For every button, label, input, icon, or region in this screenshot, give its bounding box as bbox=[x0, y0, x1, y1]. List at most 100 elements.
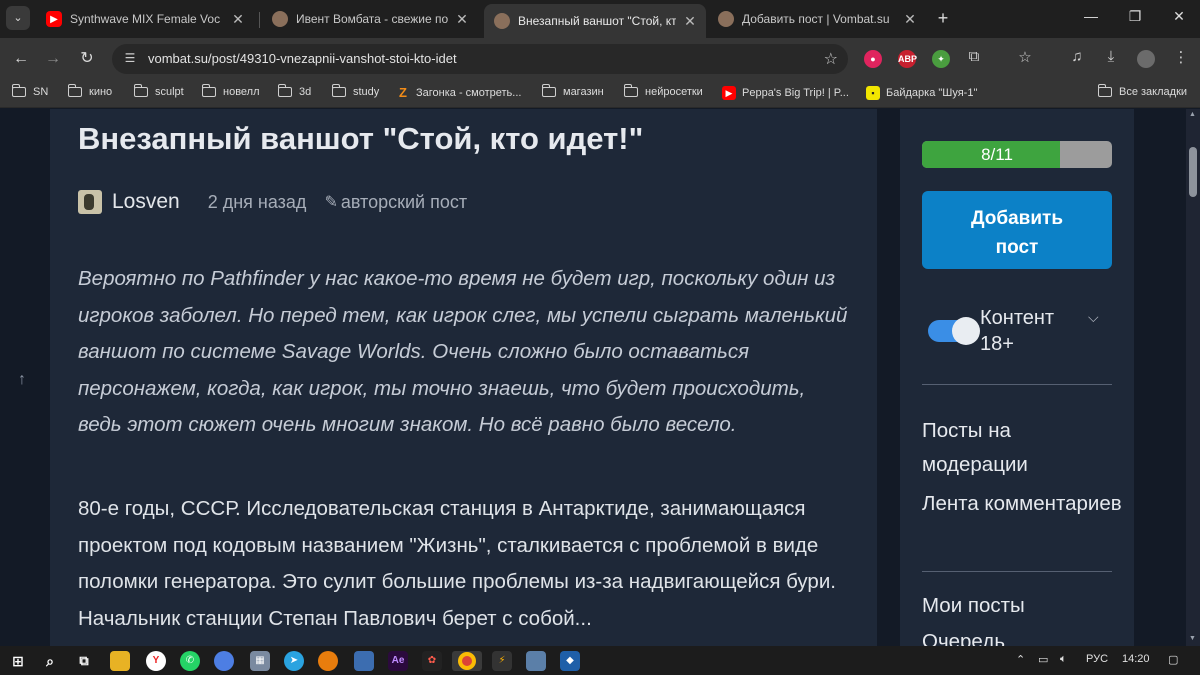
bookmark-folder[interactable]: SN bbox=[11, 84, 48, 98]
reload-button[interactable]: ↻ bbox=[76, 48, 98, 70]
bookmark-link[interactable]: ▪ Байдарка "Шуя-1" bbox=[866, 86, 977, 100]
back-button[interactable]: ← bbox=[10, 48, 32, 70]
folder-icon bbox=[331, 84, 346, 97]
bookmark-folder[interactable]: новелл bbox=[201, 84, 260, 98]
author-avatar[interactable] bbox=[78, 190, 102, 214]
link-comments-feed[interactable]: Лента комментариев bbox=[922, 487, 1122, 521]
scroll-down-arrow-icon[interactable]: ▼ bbox=[1189, 635, 1196, 642]
toggle-label: Контент 18+ bbox=[980, 307, 1055, 355]
scroll-up-arrow-icon[interactable]: ▲ bbox=[1189, 111, 1196, 118]
folder-icon bbox=[201, 84, 216, 97]
profile-avatar[interactable] bbox=[1137, 50, 1155, 68]
whatsapp-icon[interactable]: ✆ bbox=[180, 651, 200, 671]
tab-close-icon[interactable]: ✕ bbox=[230, 11, 246, 28]
folder-icon bbox=[67, 84, 82, 97]
scrollbar-thumb[interactable] bbox=[1189, 147, 1197, 197]
tab-synthwave[interactable]: ▶ Synthwave MIX Female Voc ✕ bbox=[36, 4, 254, 34]
notifications-icon[interactable]: ▢ bbox=[1168, 653, 1178, 666]
post-intro: Вероятно по Pathfinder у нас какое-то вр… bbox=[78, 267, 848, 436]
bookmark-folder[interactable]: нейросетки bbox=[623, 84, 703, 98]
browser-toolbar: ← → ↻ ☰ vombat.su/post/49310-vnezapnii-v… bbox=[0, 38, 1200, 80]
tab-close-icon[interactable]: ✕ bbox=[902, 11, 918, 28]
bookmark-link[interactable]: Z Загонка - смотреть... bbox=[396, 86, 521, 100]
post-meta: Losven 2 дня назад ✎ авторский пост bbox=[78, 187, 467, 217]
tab-separator bbox=[259, 12, 260, 28]
adblock-icon[interactable]: ABP bbox=[898, 50, 917, 68]
page-content: ↑ Внезапный ваншот "Стой, кто идет!" Los… bbox=[0, 109, 1200, 646]
search-icon[interactable]: ⌕ bbox=[40, 651, 60, 671]
bookmark-folder[interactable]: sculpt bbox=[133, 84, 184, 98]
menu-dots-icon[interactable]: ⋮ bbox=[1170, 48, 1192, 66]
site-info-icon[interactable]: ☰ bbox=[122, 51, 138, 67]
chromium-icon[interactable] bbox=[214, 651, 234, 671]
add-post-button[interactable]: Добавить пост bbox=[922, 191, 1112, 269]
bookmark-star-icon[interactable]: ☆ bbox=[824, 49, 838, 69]
app-icon[interactable] bbox=[354, 651, 374, 671]
folder-icon bbox=[133, 84, 148, 97]
file-explorer-icon[interactable] bbox=[110, 651, 130, 671]
sidebar: 8/11 Добавить пост Контент 18+ ⌵ Посты н… bbox=[900, 109, 1134, 646]
tab-title: Внезапный ваншот "Стой, кто bbox=[518, 14, 676, 28]
post-body: 80-е годы, СССР. Исследовательская станц… bbox=[78, 497, 836, 630]
download-icon[interactable]: ⤓ bbox=[1100, 48, 1122, 65]
bookmark-folder[interactable]: 3d bbox=[277, 84, 311, 98]
link-queue[interactable]: Очередь bbox=[922, 625, 1122, 646]
tab-current-post[interactable]: Внезапный ваншот "Стой, кто ✕ bbox=[484, 4, 706, 38]
toggle-knob bbox=[952, 317, 980, 345]
volume-icon[interactable]: 🔈︎ bbox=[1060, 653, 1067, 666]
youtube-icon: ▶ bbox=[46, 11, 62, 27]
chevron-down-icon[interactable]: ⌵ bbox=[1088, 309, 1099, 326]
tab-close-icon[interactable]: ✕ bbox=[454, 11, 470, 28]
new-tab-button[interactable]: + bbox=[932, 8, 954, 29]
network-app-icon[interactable]: ◆ bbox=[560, 651, 580, 671]
bookmark-link[interactable]: ▶ Peppa's Big Trip! | P... bbox=[722, 86, 849, 100]
address-bar[interactable]: ☰ vombat.su/post/49310-vnezapnii-vanshot… bbox=[112, 44, 848, 74]
after-effects-icon[interactable]: Ae bbox=[388, 651, 408, 671]
blender-icon[interactable] bbox=[318, 651, 338, 671]
all-bookmarks[interactable]: Все закладки bbox=[1097, 84, 1187, 98]
wombat-icon bbox=[272, 11, 288, 27]
bookmark-folder[interactable]: study bbox=[331, 84, 379, 98]
task-view-icon[interactable]: ⧉ bbox=[74, 651, 94, 671]
language-indicator[interactable]: РУС bbox=[1086, 653, 1108, 665]
wombat-icon bbox=[718, 11, 734, 27]
tray-chevron-icon[interactable]: ⌃ bbox=[1016, 653, 1025, 666]
figma-icon[interactable]: ✿ bbox=[422, 651, 442, 671]
telegram-icon[interactable]: ➤ bbox=[284, 651, 304, 671]
post-kind: ✎ авторский пост bbox=[324, 191, 468, 212]
photos-icon[interactable] bbox=[526, 651, 546, 671]
minimize-button[interactable]: — bbox=[1076, 8, 1106, 24]
bookmarks-manager-icon[interactable]: ☆ bbox=[1014, 48, 1036, 66]
folder-icon bbox=[11, 84, 26, 97]
link-my-posts[interactable]: Мои посты bbox=[922, 589, 1122, 623]
bookmark-folder[interactable]: магазин bbox=[541, 84, 604, 98]
maximize-button[interactable]: ❐ bbox=[1120, 8, 1150, 25]
windows-start-icon[interactable]: ⊞ bbox=[8, 651, 28, 671]
calculator-icon[interactable]: ▦ bbox=[250, 651, 270, 671]
scroll-to-top-icon[interactable]: ↑ bbox=[18, 371, 26, 389]
bookmark-folder[interactable]: кино bbox=[67, 84, 112, 98]
forward-button[interactable]: → bbox=[42, 48, 64, 70]
tab-close-icon[interactable]: ✕ bbox=[682, 13, 698, 30]
link-moderation-posts[interactable]: Посты на модерации bbox=[922, 414, 1122, 482]
lightning-app-icon[interactable]: ⚡ bbox=[492, 651, 512, 671]
folder-icon bbox=[541, 84, 556, 97]
colorpicker-icon[interactable]: ✦ bbox=[932, 50, 950, 68]
extensions-icon[interactable]: ⧉ bbox=[963, 48, 985, 65]
tab-title: Synthwave MIX Female Voc bbox=[70, 12, 221, 26]
yandex-browser-icon[interactable]: Y bbox=[146, 651, 166, 671]
tab-search-button[interactable]: ⌄ bbox=[6, 6, 30, 30]
close-window-button[interactable]: ✕ bbox=[1164, 8, 1194, 25]
adult-content-toggle[interactable] bbox=[928, 317, 980, 345]
chrome-taskbar-button[interactable] bbox=[452, 651, 482, 671]
tab-add-post[interactable]: Добавить пост | Vombat.su ✕ bbox=[708, 4, 926, 34]
tab-vombat-event[interactable]: Ивент Вомбата - свежие пост ✕ bbox=[262, 4, 478, 34]
progress-label: 8/11 bbox=[981, 145, 1013, 164]
record-icon[interactable]: ● bbox=[864, 50, 882, 68]
tab-title: Добавить пост | Vombat.su bbox=[742, 12, 890, 26]
network-icon[interactable]: ▭ bbox=[1038, 653, 1048, 666]
author-name[interactable]: Losven bbox=[112, 190, 180, 214]
clock[interactable]: 14:20 bbox=[1122, 653, 1150, 665]
page-scrollbar[interactable]: ▲ ▼ bbox=[1186, 109, 1200, 646]
media-controls-icon[interactable]: ♫ bbox=[1066, 48, 1088, 65]
